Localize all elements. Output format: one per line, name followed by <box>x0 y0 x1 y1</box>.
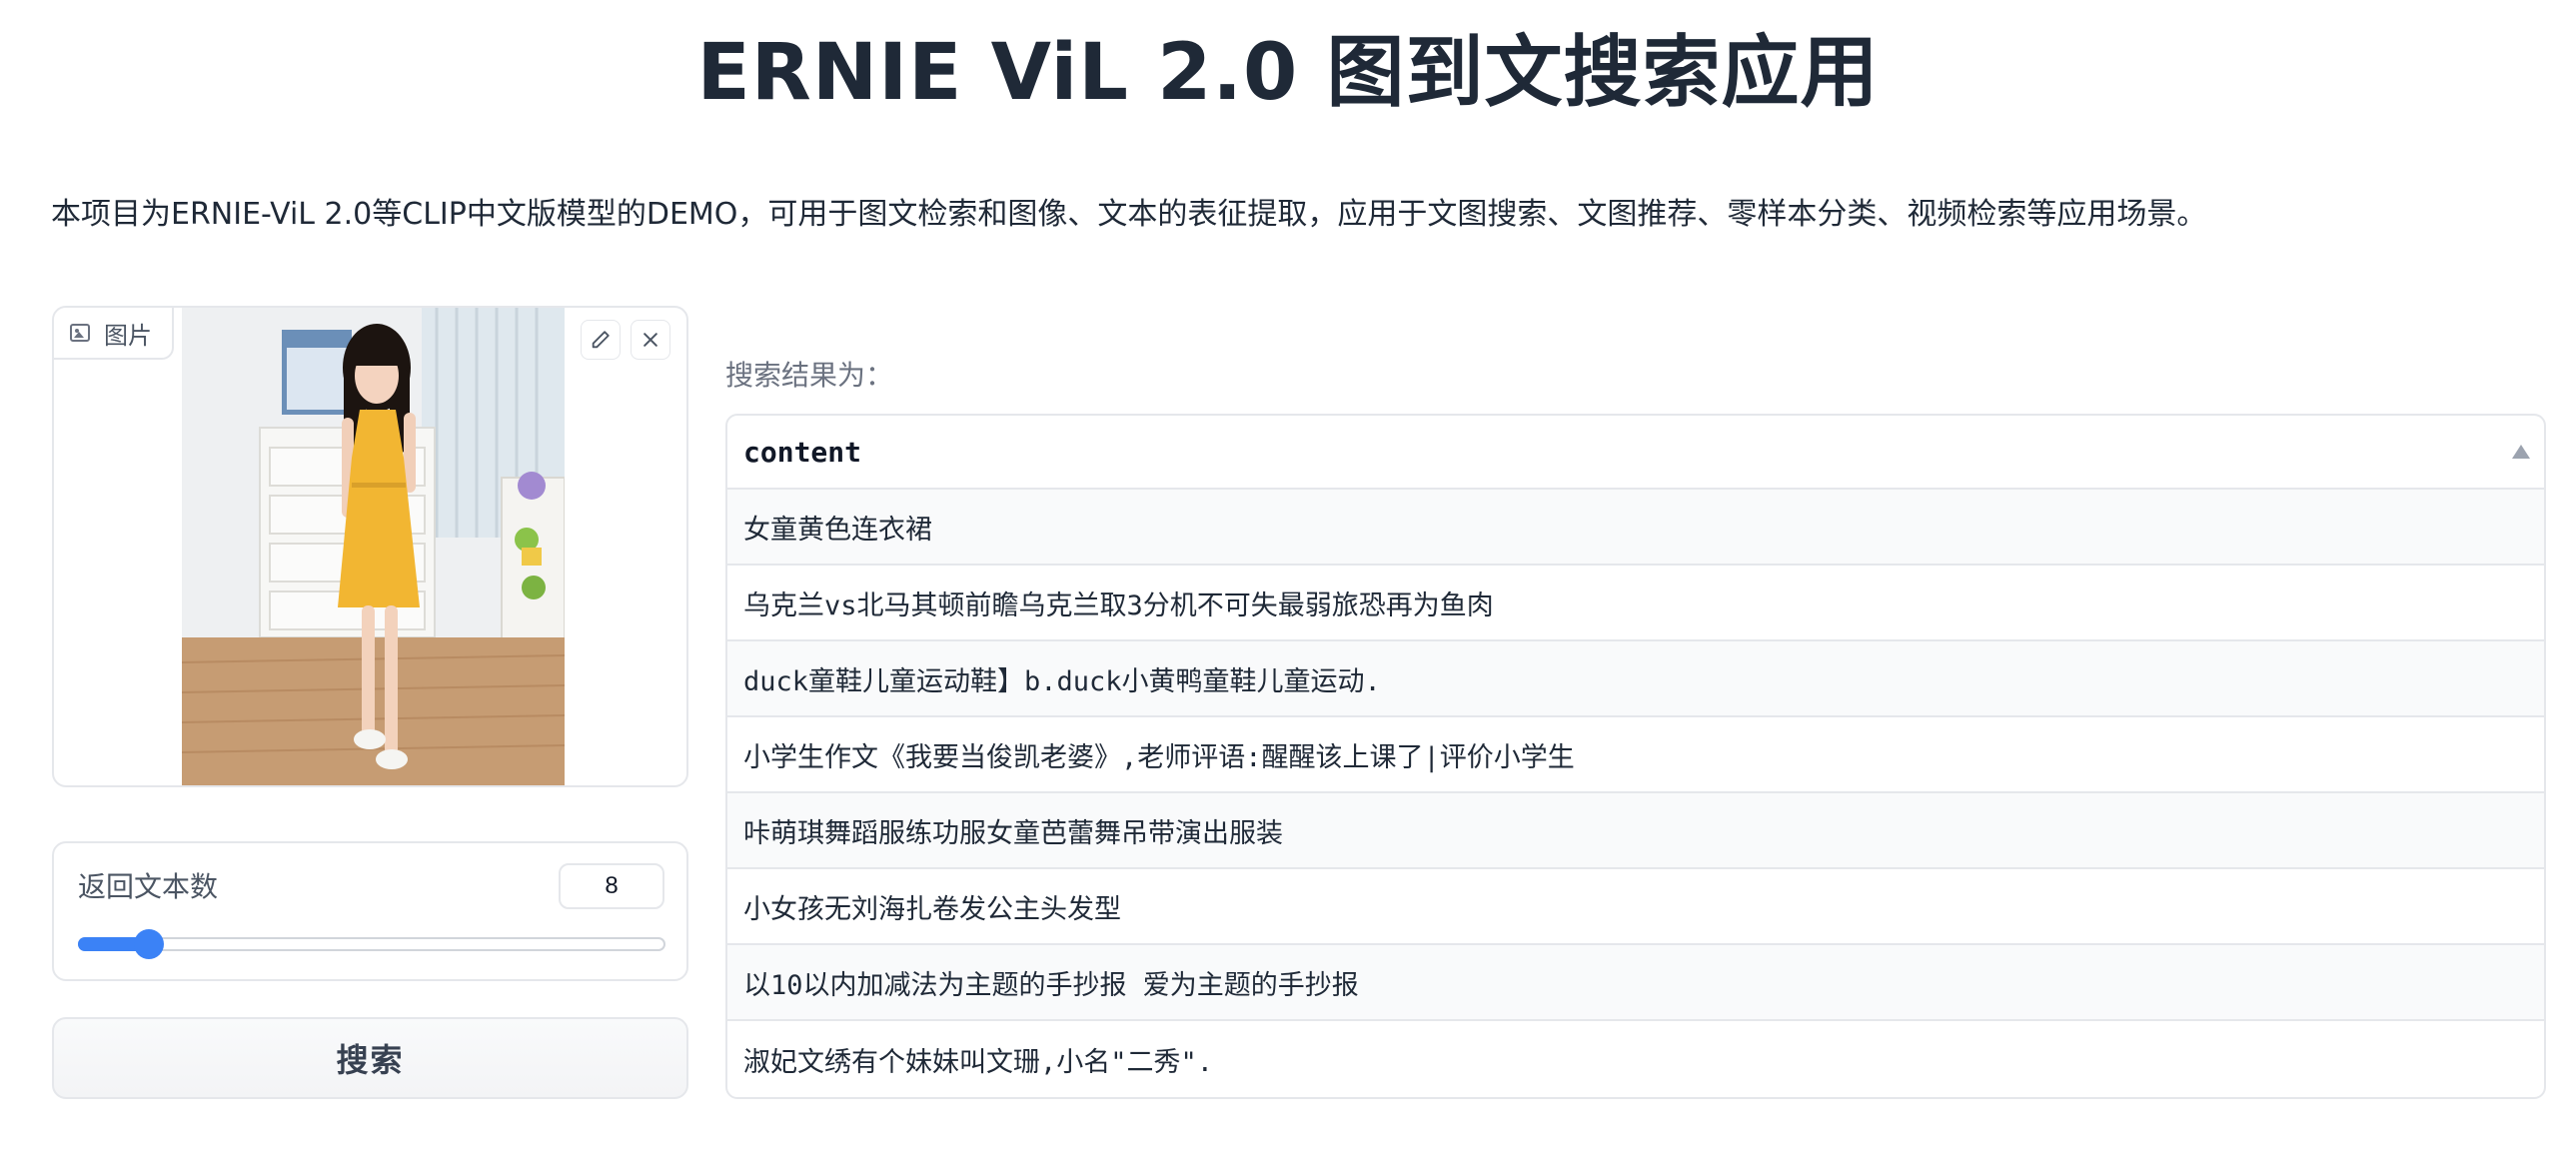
table-row[interactable]: 咔萌琪舞蹈服练功服女童芭蕾舞吊带演出服装 <box>727 793 2544 869</box>
table-row[interactable]: 淑妃文绣有个妹妹叫文珊,小名"二秀". <box>727 1021 2544 1097</box>
return-count-slider-panel: 返回文本数 8 <box>52 841 688 981</box>
page-description: 本项目为ERNIE-ViL 2.0等CLIP中文版模型的DEMO，可用于图文检索… <box>51 197 2207 232</box>
table-row[interactable]: duck童鞋儿童运动鞋】b.duck小黄鸭童鞋儿童运动. <box>727 641 2544 717</box>
image-label: 图片 <box>54 308 174 360</box>
edit-icon <box>592 331 610 349</box>
search-button[interactable]: 搜索 <box>52 1017 688 1099</box>
slider-track[interactable] <box>78 937 665 951</box>
table-row[interactable]: 乌克兰vs北马其顿前瞻乌克兰取3分机不可失最弱旅恐再为鱼肉 <box>727 566 2544 641</box>
uploaded-photo <box>182 308 565 785</box>
results-label: 搜索结果为： <box>725 359 894 392</box>
image-label-text: 图片 <box>104 321 152 350</box>
slider-label: 返回文本数 <box>78 870 219 903</box>
sort-ascending-icon[interactable] <box>2512 445 2530 459</box>
table-row[interactable]: 小学生作文《我要当俊凯老婆》,老师评语:醒醒该上课了|评价小学生 <box>727 717 2544 793</box>
image-input-panel[interactable]: 图片 <box>52 306 688 787</box>
image-tools <box>581 320 670 360</box>
table-row[interactable]: 以10以内加减法为主题的手抄报 爱为主题的手抄报 <box>727 945 2544 1021</box>
column-header-content: content <box>743 435 862 469</box>
results-table: content 女童黄色连衣裙 乌克兰vs北马其顿前瞻乌克兰取3分机不可失最弱旅… <box>725 414 2546 1099</box>
table-row[interactable]: 女童黄色连衣裙 <box>727 490 2544 566</box>
slider-thumb[interactable] <box>133 929 164 959</box>
edit-button[interactable] <box>581 320 621 360</box>
return-count-input[interactable]: 8 <box>559 863 664 909</box>
table-header[interactable]: content <box>727 416 2544 490</box>
page-title: ERNIE ViL 2.0 图到文搜索应用 <box>696 28 1880 118</box>
table-row[interactable]: 小女孩无刘海扎卷发公主头发型 <box>727 869 2544 945</box>
clear-image-button[interactable] <box>631 320 670 360</box>
image-icon <box>70 324 90 342</box>
close-icon <box>644 333 657 347</box>
